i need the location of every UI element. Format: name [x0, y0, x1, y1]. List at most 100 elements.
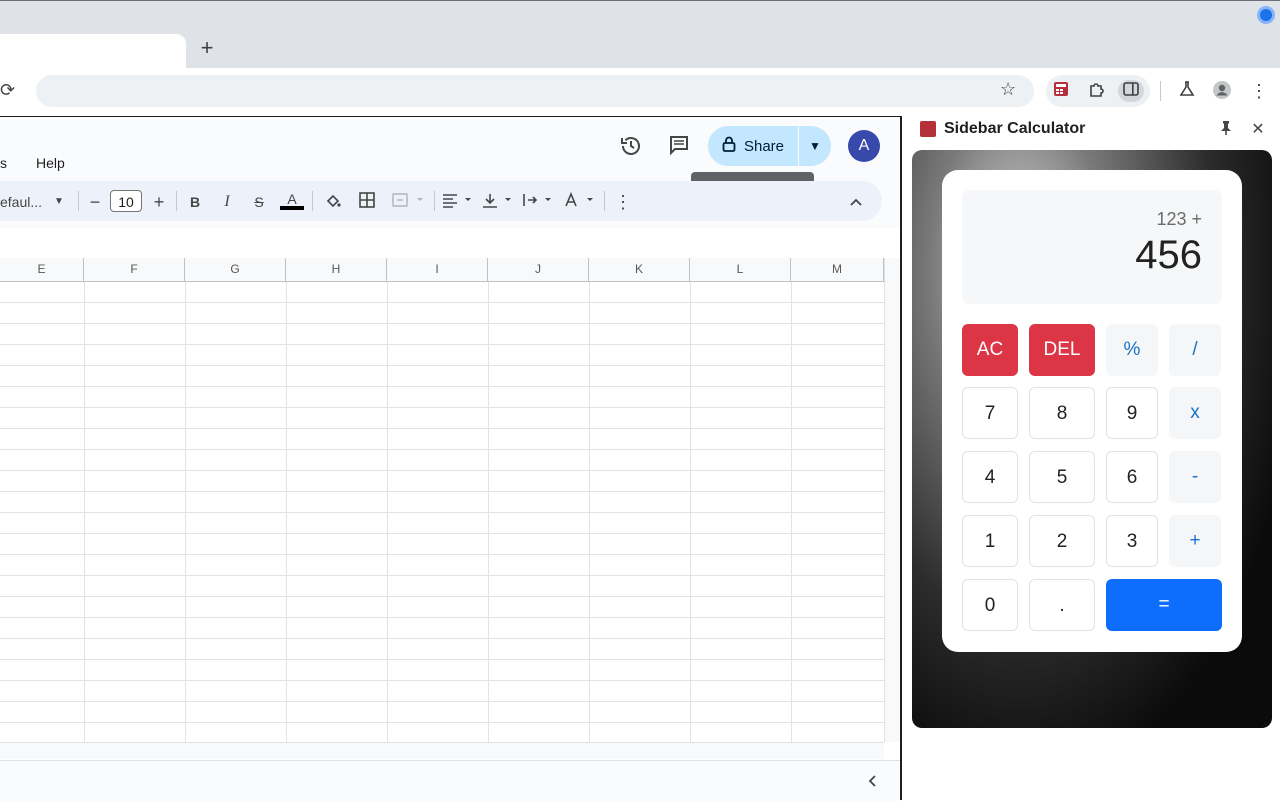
digit-6-button[interactable]: 6	[1106, 451, 1158, 503]
font-size-input[interactable]: 10	[110, 190, 142, 212]
column-header-i[interactable]: I	[387, 258, 488, 281]
multiply-button[interactable]: x	[1169, 387, 1221, 439]
percent-button[interactable]: %	[1106, 324, 1158, 376]
merge-cells-icon[interactable]	[388, 192, 428, 212]
tab-strip	[0, 28, 1280, 68]
account-avatar[interactable]: A	[848, 130, 880, 162]
vertical-scrollbar[interactable]	[884, 258, 901, 742]
grid-column-line	[387, 282, 388, 742]
address-bar[interactable]	[36, 75, 1034, 107]
grid-row-line	[0, 554, 884, 555]
grid-row-line	[0, 512, 884, 513]
side-panel-title: Sidebar Calculator	[944, 120, 1086, 137]
minus-button[interactable]: -	[1169, 451, 1221, 503]
grid-column-line	[84, 282, 85, 742]
version-history-icon[interactable]	[618, 134, 644, 160]
chrome-profile-icon[interactable]	[1257, 6, 1275, 24]
side-panel-toggle-icon[interactable]	[1118, 80, 1144, 102]
digit-7-button[interactable]: 7	[962, 387, 1018, 439]
vertical-align-icon[interactable]	[480, 192, 514, 212]
grid-column-line	[185, 282, 186, 742]
column-header-j[interactable]: J	[488, 258, 589, 281]
plus-button[interactable]: +	[1169, 515, 1221, 567]
grid-row-line	[0, 323, 884, 324]
grid-row-line	[0, 596, 884, 597]
italic-button[interactable]: I	[218, 192, 236, 212]
grid-column-line	[488, 282, 489, 742]
column-header-k[interactable]: K	[589, 258, 690, 281]
pin-icon[interactable]	[1216, 120, 1236, 140]
new-tab-button[interactable]: +	[194, 36, 220, 62]
column-header-g[interactable]: G	[185, 258, 286, 281]
sheet-tabs-bar	[0, 760, 900, 801]
grid-row-line	[0, 722, 884, 723]
increase-font-size-button[interactable]: +	[150, 192, 168, 212]
calculator-app-icon	[920, 121, 936, 137]
digit-3-button[interactable]: 3	[1106, 515, 1158, 567]
equals-button[interactable]: =	[1106, 579, 1222, 631]
text-color-button[interactable]: A	[280, 192, 304, 212]
column-header-h[interactable]: H	[286, 258, 387, 281]
column-header-e[interactable]: E	[0, 258, 84, 281]
column-header-row: E F G H I J K L M	[0, 258, 884, 282]
digit-5-button[interactable]: 5	[1029, 451, 1095, 503]
horizontal-align-icon[interactable]	[440, 192, 474, 212]
more-options-icon[interactable]: ⋮	[614, 192, 632, 212]
digit-9-button[interactable]: 9	[1106, 387, 1158, 439]
decimal-point-button[interactable]: .	[1029, 579, 1095, 631]
toolbar-separator	[604, 191, 605, 211]
column-header-m[interactable]: M	[791, 258, 884, 281]
font-family-select[interactable]: efaul...	[0, 192, 44, 212]
decrease-font-size-button[interactable]: −	[86, 192, 104, 212]
grid-row-line	[0, 701, 884, 702]
menu-item-partial[interactable]: s	[0, 155, 7, 171]
bookmark-star-icon[interactable]: ☆	[1000, 79, 1016, 100]
digit-2-button[interactable]: 2	[1029, 515, 1095, 567]
puzzle-extensions-icon[interactable]	[1086, 80, 1108, 102]
digit-1-button[interactable]: 1	[962, 515, 1018, 567]
active-tab[interactable]	[0, 34, 186, 68]
grid-column-line	[286, 282, 287, 742]
grid-row-line	[0, 407, 884, 408]
toolbar-separator	[78, 191, 79, 211]
digit-0-button[interactable]: 0	[962, 579, 1018, 631]
strikethrough-button[interactable]: S	[250, 192, 268, 212]
toolbar-separator	[312, 191, 313, 211]
comments-icon[interactable]	[666, 134, 692, 160]
delete-button[interactable]: DEL	[1029, 324, 1095, 376]
borders-icon[interactable]	[356, 192, 378, 212]
share-button[interactable]: Share	[708, 126, 798, 166]
digit-8-button[interactable]: 8	[1029, 387, 1095, 439]
column-header-l[interactable]: L	[690, 258, 791, 281]
divide-button[interactable]: /	[1169, 324, 1221, 376]
browser-menu-icon[interactable]: ⋮	[1248, 80, 1270, 102]
all-clear-button[interactable]: AC	[962, 324, 1018, 376]
current-operand: 456	[1135, 233, 1202, 277]
grid-row-line	[0, 386, 884, 387]
close-icon[interactable]: ✕	[1248, 120, 1268, 140]
horizontal-scrollbar[interactable]	[0, 742, 884, 759]
toolbar-separator	[176, 191, 177, 211]
previous-operand: 123 +	[1156, 209, 1202, 229]
labs-flask-icon[interactable]	[1176, 80, 1198, 102]
grid-row-line	[0, 575, 884, 576]
bold-button[interactable]: B	[186, 192, 204, 212]
reload-icon[interactable]: ⟳	[0, 80, 20, 100]
digit-4-button[interactable]: 4	[962, 451, 1018, 503]
menu-item-help[interactable]: Help	[36, 155, 65, 171]
profile-avatar-icon[interactable]	[1211, 80, 1233, 102]
fill-color-icon[interactable]	[322, 192, 344, 212]
text-wrapping-icon[interactable]	[520, 192, 554, 212]
grid-row-line	[0, 491, 884, 492]
window-title-bar	[0, 0, 1280, 28]
grid-column-line	[791, 282, 792, 742]
toolbar-divider	[1160, 81, 1161, 101]
column-header-f[interactable]: F	[84, 258, 185, 281]
formula-bar[interactable]	[0, 228, 900, 259]
grid-row-line	[0, 470, 884, 471]
calculator-extension-icon[interactable]	[1050, 80, 1072, 102]
hide-menus-chevron-up-icon[interactable]	[846, 192, 866, 212]
chevron-left-icon[interactable]	[862, 772, 882, 792]
font-family-dropdown-icon[interactable]: ▼	[52, 192, 66, 212]
text-rotation-icon[interactable]	[562, 191, 596, 212]
